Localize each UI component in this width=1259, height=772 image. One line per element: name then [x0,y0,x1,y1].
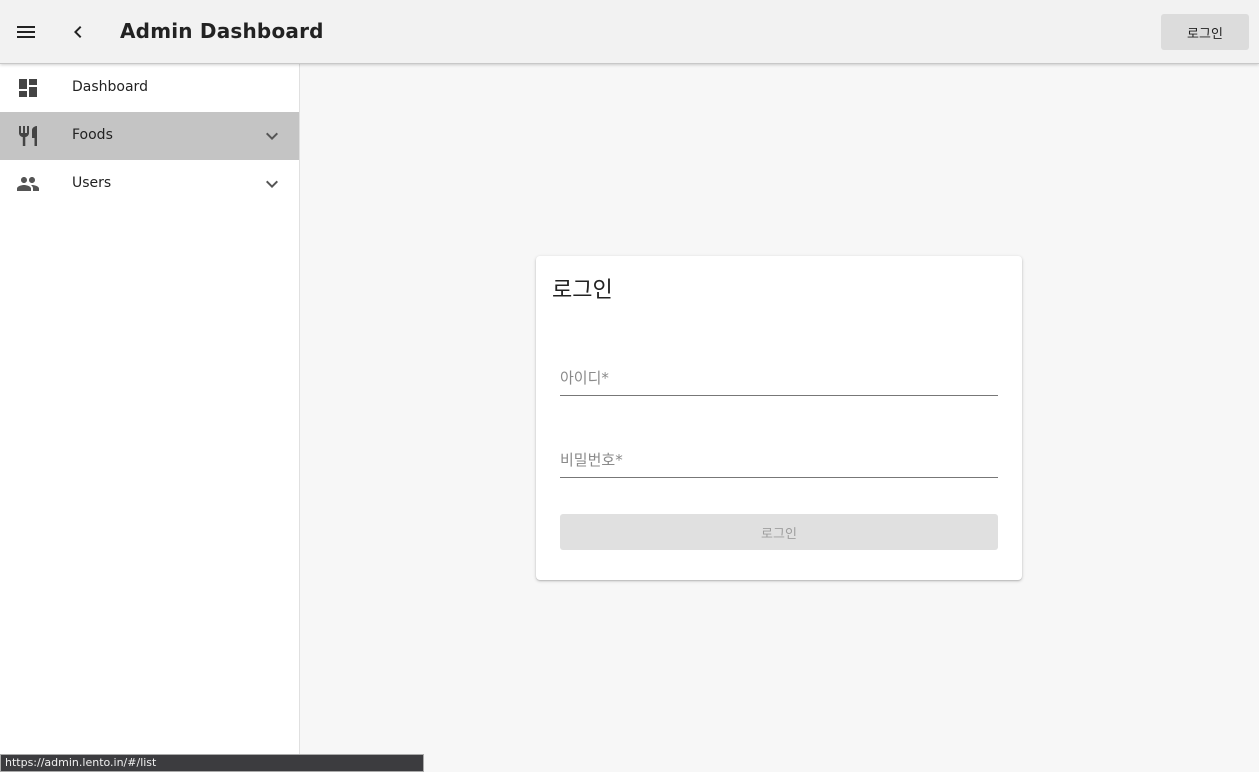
dashboard-icon [19,79,37,97]
login-card-title: 로그인 [552,278,613,303]
login-submit-button[interactable]: 로그인 [560,514,998,550]
username-input[interactable] [560,364,998,392]
sidebar-item-label: Users [72,175,112,191]
menu-icon [17,26,35,38]
app-title: Admin Dashboard [120,19,324,43]
restaurant-icon [19,126,37,146]
password-field [560,438,998,478]
main-content: 로그인 로그인 [300,64,1259,772]
top-app-bar: Admin Dashboard 로그인 [0,0,1259,64]
username-field [560,356,998,396]
header-login-button[interactable]: 로그인 [1161,14,1249,50]
sidebar-item-users[interactable]: Users [0,160,299,208]
menu-button[interactable] [6,12,46,52]
password-input[interactable] [560,446,998,474]
sidebar: Dashboard Foods Users [0,64,300,772]
chevron-left-icon [74,26,82,38]
sidebar-item-label: Foods [72,127,113,143]
sidebar-item-label: Dashboard [72,79,148,95]
sidebar-item-foods[interactable]: Foods [0,112,299,160]
chevron-down-icon[interactable] [260,172,284,196]
back-button[interactable] [58,12,98,52]
app-root: Admin Dashboard 로그인 Dashboard Foods User… [0,0,1259,772]
people-icon [17,177,39,191]
status-url-bar: https://admin.lento.in/#/list [0,754,424,772]
sidebar-item-dashboard[interactable]: Dashboard [0,64,299,112]
login-card: 로그인 로그인 [536,256,1022,580]
chevron-down-icon[interactable] [260,124,284,148]
